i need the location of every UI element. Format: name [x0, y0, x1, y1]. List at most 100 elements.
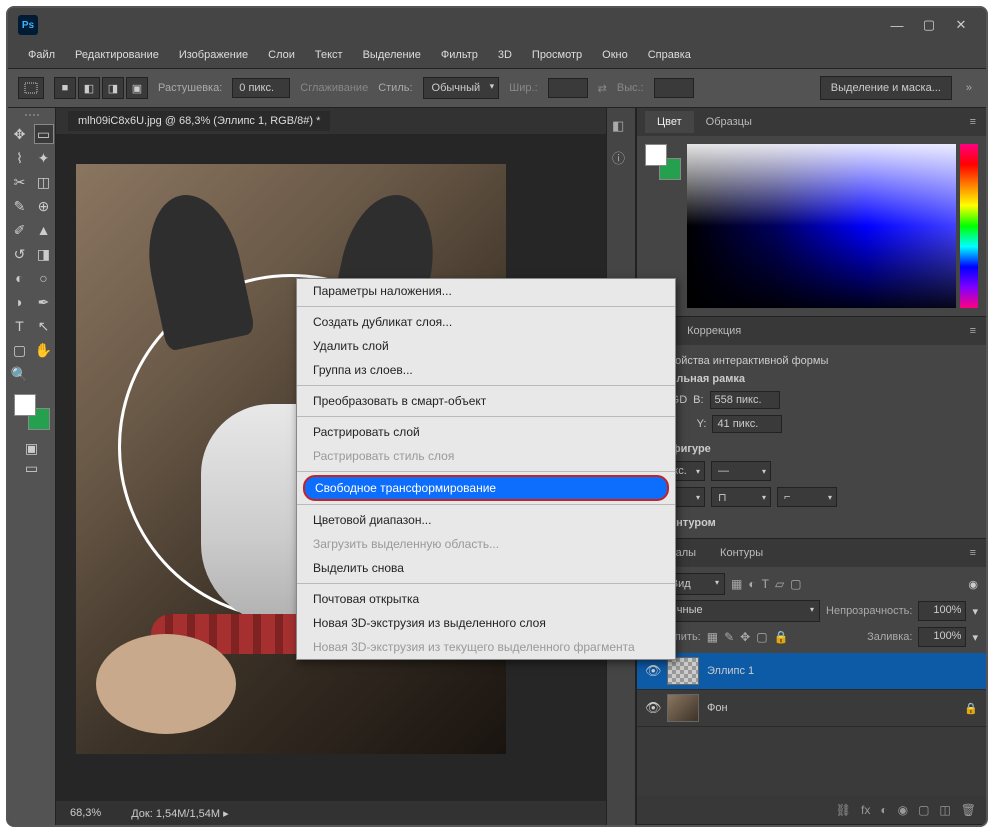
tool-preset[interactable] — [18, 77, 44, 99]
panel-menu-icon[interactable]: ≡ — [960, 116, 986, 128]
ctx-item[interactable]: Удалить слой — [297, 334, 675, 358]
fx-icon[interactable]: fx — [861, 803, 870, 817]
eyedropper-tool[interactable]: ✎ — [10, 196, 30, 216]
ctx-item[interactable]: Выделить снова — [297, 556, 675, 580]
pen-tool[interactable]: ✒ — [34, 292, 54, 312]
move-tool[interactable]: ✥ — [10, 124, 30, 144]
sel-int[interactable]: ▣ — [126, 77, 148, 99]
crop-tool[interactable]: ✂ — [10, 172, 30, 192]
lock-artboard-icon[interactable]: ▢ — [756, 630, 767, 644]
menu-Справка[interactable]: Справка — [638, 45, 701, 65]
filter-shape-icon[interactable]: ▱ — [775, 577, 784, 591]
history-brush-tool[interactable]: ↺ — [10, 244, 30, 264]
color-spectrum[interactable] — [687, 144, 956, 308]
document-tab[interactable]: mlh09iC8x6U.jpg @ 68,3% (Эллипс 1, RGB/8… — [68, 111, 330, 131]
group-icon[interactable]: ▢ — [918, 803, 929, 817]
zoom-level[interactable]: 68,3% — [70, 807, 101, 819]
blur-tool[interactable]: ○ — [34, 268, 54, 288]
brush-tool[interactable]: ✐ — [10, 220, 30, 240]
marquee-tool[interactable]: ▭ — [34, 124, 54, 144]
hue-slider[interactable] — [960, 144, 978, 308]
ctx-item[interactable]: Свободное трансформирование — [303, 475, 669, 501]
panel-menu-icon[interactable]: ≡ — [960, 325, 986, 337]
select-mask-button[interactable]: Выделение и маска... — [820, 76, 952, 100]
text-tool[interactable]: T — [10, 316, 30, 336]
width-input[interactable] — [548, 78, 588, 98]
tab-correction[interactable]: Коррекция — [675, 320, 753, 342]
layer-thumb[interactable] — [667, 694, 699, 722]
menu-Слои[interactable]: Слои — [258, 45, 305, 65]
new-layer-icon[interactable]: ◫ — [939, 803, 950, 817]
dodge-tool[interactable]: ◗ — [10, 292, 30, 312]
lock-all-icon[interactable]: 🔒 — [774, 630, 789, 644]
sel-add[interactable]: ◧ — [78, 77, 100, 99]
delete-icon[interactable]: 🗑 — [961, 803, 976, 817]
tab-paths[interactable]: Контуры — [708, 542, 775, 564]
zoom-tool[interactable]: 🔍 — [10, 364, 30, 384]
layer-name[interactable]: Эллипс 1 — [707, 665, 754, 677]
ctx-item[interactable]: Почтовая открытка — [297, 587, 675, 611]
ctx-item[interactable]: Создать дубликат слоя... — [297, 310, 675, 334]
info-panel-icon[interactable]: ⓘ — [612, 148, 630, 166]
menu-Окно[interactable]: Окно — [592, 45, 638, 65]
eraser-tool[interactable]: ◨ — [34, 244, 54, 264]
width-value[interactable] — [710, 391, 780, 409]
layer-row[interactable]: 👁 Эллипс 1 — [637, 653, 986, 690]
filter-img-icon[interactable]: ▦ — [731, 577, 742, 591]
menu-Просмотр[interactable]: Просмотр — [522, 45, 592, 65]
color-swatches[interactable] — [14, 394, 50, 430]
ctx-item[interactable]: Растрировать слой — [297, 420, 675, 444]
maximize-button[interactable]: ▢ — [922, 18, 936, 32]
visibility-toggle[interactable]: 👁 — [645, 663, 659, 679]
menu-Текст[interactable]: Текст — [305, 45, 353, 65]
tab-color[interactable]: Цвет — [645, 111, 694, 133]
menu-Редактирование[interactable]: Редактирование — [65, 45, 169, 65]
shape-tool[interactable]: ▢ — [10, 340, 30, 360]
opacity-value[interactable]: 100% — [918, 601, 966, 621]
minimize-button[interactable]: — — [890, 18, 904, 32]
color-panel-icon[interactable]: ◧ — [612, 118, 630, 136]
hand-tool[interactable]: ✋ — [34, 340, 54, 360]
ctx-item[interactable]: Параметры наложения... — [297, 279, 675, 303]
quickmask-toggle[interactable]: ▣ — [22, 438, 42, 458]
layer-row[interactable]: 👁 Фон 🔒 — [637, 690, 986, 727]
link-layers-icon[interactable]: ⛓ — [836, 803, 851, 817]
close-button[interactable]: ✕ — [954, 18, 968, 32]
feather-input[interactable] — [232, 78, 290, 98]
sel-new[interactable]: ■ — [54, 77, 76, 99]
visibility-toggle[interactable]: 👁 — [645, 700, 659, 716]
menu-Изображение[interactable]: Изображение — [169, 45, 258, 65]
fill-value[interactable]: 100% — [918, 627, 966, 647]
ctx-item[interactable]: Цветовой диапазон... — [297, 508, 675, 532]
filter-text-icon[interactable]: T — [762, 577, 769, 591]
stamp-tool[interactable]: ▲ — [34, 220, 54, 240]
stroke-style[interactable]: — — [711, 461, 771, 481]
wand-tool[interactable]: ✦ — [34, 148, 54, 168]
height-input[interactable] — [654, 78, 694, 98]
panel-menu-icon[interactable]: ≡ — [960, 547, 986, 559]
mask-icon[interactable]: ◐ — [880, 803, 887, 817]
lock-move-icon[interactable]: ✥ — [740, 630, 750, 644]
ctx-item[interactable]: Группа из слоев... — [297, 358, 675, 382]
layer-thumb[interactable] — [667, 657, 699, 685]
sel-sub[interactable]: ◨ — [102, 77, 124, 99]
screenmode-toggle[interactable]: ▭ — [22, 458, 42, 478]
filter-adj-icon[interactable]: ◐ — [748, 577, 755, 591]
heal-tool[interactable]: ⊕ — [34, 196, 54, 216]
lasso-tool[interactable]: ⌇ — [10, 148, 30, 168]
menu-Выделение[interactable]: Выделение — [353, 45, 431, 65]
fg-color[interactable] — [14, 394, 36, 416]
lock-brush-icon[interactable]: ✎ — [724, 630, 734, 644]
y-value[interactable] — [712, 415, 782, 433]
corner-drop[interactable]: ⌐ — [777, 487, 837, 507]
adjust-icon[interactable]: ◉ — [898, 803, 908, 817]
menu-Файл[interactable]: Файл — [18, 45, 65, 65]
caps-drop[interactable]: ⊓ — [711, 487, 771, 507]
lock-trans-icon[interactable]: ▦ — [707, 630, 718, 644]
style-dropdown[interactable]: Обычный — [423, 77, 500, 99]
filter-smart-icon[interactable]: ▢ — [790, 577, 801, 591]
tab-swatches[interactable]: Образцы — [694, 111, 764, 133]
menu-3D[interactable]: 3D — [488, 45, 522, 65]
layer-name[interactable]: Фон — [707, 702, 728, 714]
path-tool[interactable]: ↖ — [34, 316, 54, 336]
